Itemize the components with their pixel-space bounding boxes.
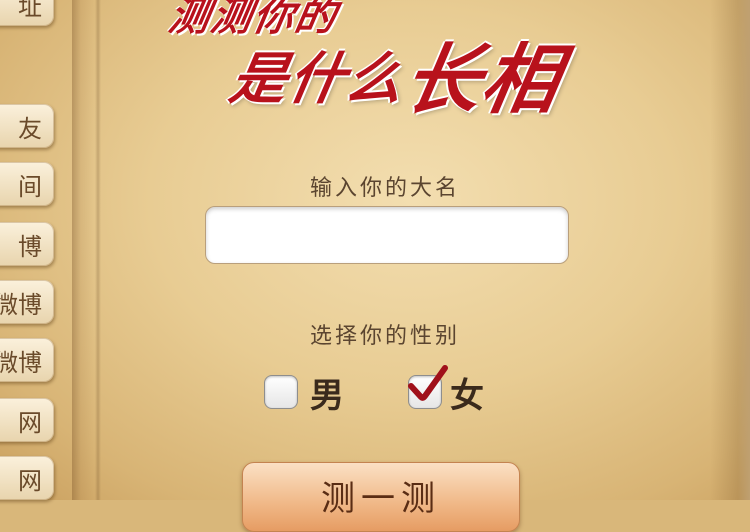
male-checkbox[interactable] [264,375,298,409]
sidebar-item-weibo[interactable]: 博 [0,222,54,266]
gender-option-male[interactable]: 男 [264,372,344,416]
name-field-label: 输入你的大名 [309,176,460,201]
checkmark-icon [408,365,448,401]
title-line-2-big: 长相 [397,35,569,124]
female-checkbox[interactable] [408,365,448,409]
paper-torn-edge [710,0,750,500]
paper-fold-crease [95,0,101,500]
sidebar-item-friends[interactable]: 友 [0,104,54,148]
sidebar-item-address[interactable]: 址 [0,0,54,26]
page-title: 测测你的 是什么长相 [160,0,630,124]
gender-field-label: 选择你的性别 [309,324,460,349]
sidebar-item-net[interactable]: 网 [0,398,54,442]
submit-button[interactable]: 测一测 [242,462,520,532]
title-line-2: 是什么长相 [222,18,571,128]
title-line-2-prefix: 是什么 [225,47,411,112]
paper-fold-shadow [72,0,94,500]
female-label: 女 [450,375,484,416]
name-input[interactable] [205,206,569,264]
gender-option-female[interactable]: 女 [408,365,484,416]
sidebar-item-net-2[interactable]: 网 [0,456,54,500]
male-label: 男 [310,375,344,416]
share-sidebar: 址 友 间 博 微博 微博 网 网 [0,0,72,500]
